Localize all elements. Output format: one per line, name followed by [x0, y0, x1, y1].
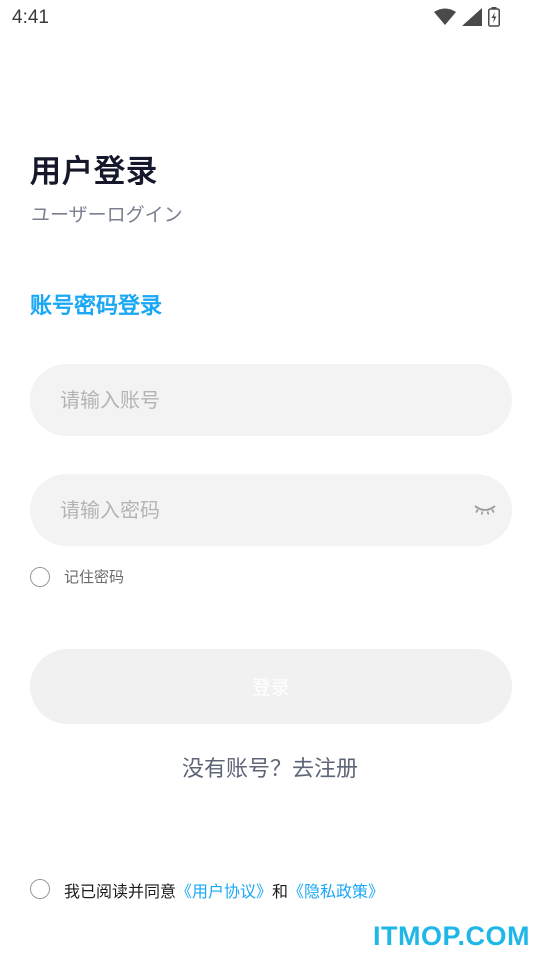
page-subtitle: ユーザーログイン — [31, 204, 183, 226]
account-field — [30, 364, 512, 436]
wifi-icon — [434, 8, 456, 26]
register-link[interactable]: 没有账号？去注册 — [0, 751, 540, 783]
signal-icon — [462, 8, 482, 26]
page-title: 用户登录 — [30, 154, 158, 190]
status-time: 4:41 — [12, 7, 49, 28]
account-input[interactable] — [30, 364, 512, 436]
remember-password-checkbox[interactable] — [30, 567, 50, 587]
agreement-prefix: 我已阅读并同意 — [64, 882, 177, 901]
password-field — [30, 474, 512, 546]
privacy-policy-link[interactable]: 《隐私政策》 — [288, 882, 384, 901]
password-input[interactable] — [30, 474, 512, 546]
battery-icon — [488, 7, 500, 27]
status-icons — [434, 7, 500, 27]
user-agreement-link[interactable]: 《用户协议》 — [176, 882, 272, 901]
watermark: ITMOP.COM — [372, 921, 530, 951]
eye-closed-icon[interactable] — [472, 500, 498, 520]
agreement-checkbox[interactable] — [30, 879, 50, 899]
login-mode-tab[interactable]: 账号密码登录 — [30, 288, 162, 320]
remember-password-label[interactable]: 记住密码 — [64, 566, 124, 587]
status-bar: 4:41 — [0, 0, 540, 38]
agreement-text: 我已阅读并同意《用户协议》和《隐私政策》 — [64, 878, 384, 902]
agreement-conjunction: 和 — [272, 882, 289, 901]
login-button[interactable]: 登录 — [30, 649, 512, 724]
